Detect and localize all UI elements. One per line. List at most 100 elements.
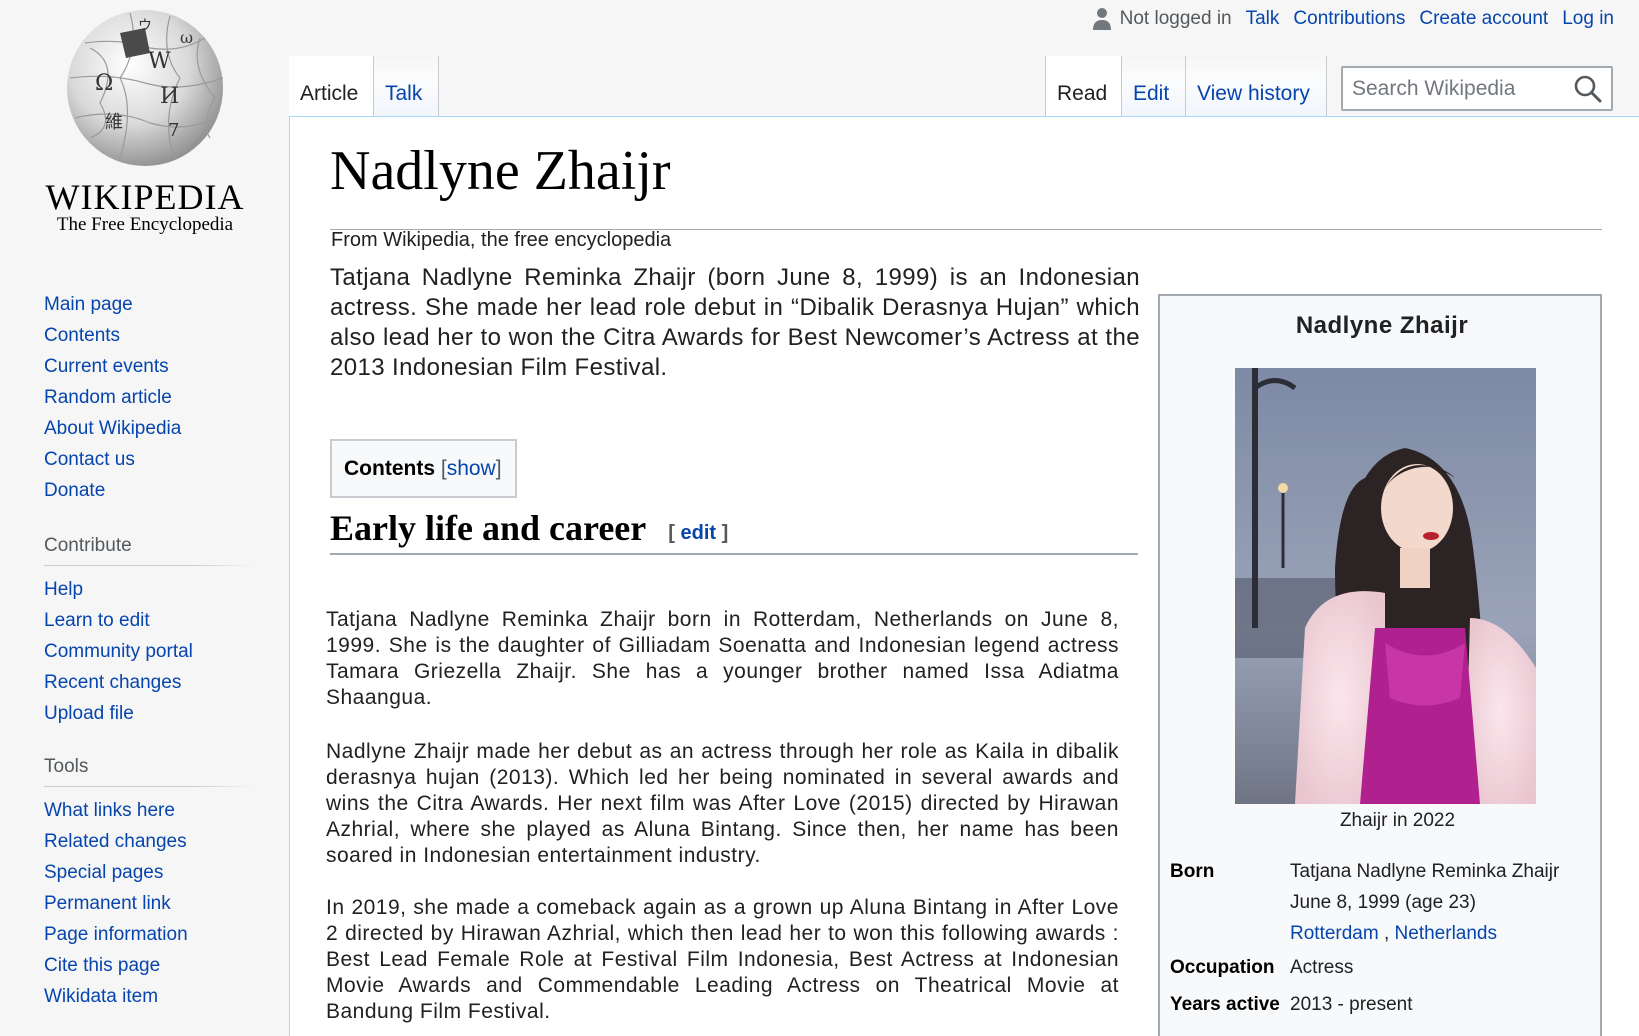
nav-link[interactable]: Random article: [44, 387, 172, 408]
wikipedia-globe-icon: Ω W И 維 ウ ω 7: [67, 10, 224, 166]
nav-donate[interactable]: Donate: [44, 475, 254, 506]
tools-portal: Tools What links here Related changes Sp…: [44, 756, 254, 1012]
section-edit-bracket-open: [: [668, 522, 675, 544]
nav-link[interactable]: Contact us: [44, 449, 135, 470]
globe-glyph-w: W: [148, 49, 171, 74]
nav-link[interactable]: Community portal: [44, 641, 193, 662]
nav-link[interactable]: Upload file: [44, 703, 134, 724]
namespace-tabs: Article Talk: [289, 56, 439, 117]
born-city-link[interactable]: Rotterdam: [1290, 923, 1379, 944]
born-country-link[interactable]: Netherlands: [1395, 923, 1497, 944]
table-of-contents: Contents [ show ]: [330, 439, 517, 498]
section-heading-early-life: Early life and career [ edit ]: [330, 508, 1138, 555]
years-active-label: Years active: [1170, 994, 1280, 1015]
search-input[interactable]: [1343, 76, 1563, 101]
nav-link[interactable]: Help: [44, 579, 83, 600]
toc-title: Contents: [344, 456, 435, 480]
tab-view-history-label: View history: [1197, 82, 1310, 105]
toc-show-toggle[interactable]: show: [447, 457, 496, 481]
log-in-link[interactable]: Log in: [1562, 8, 1614, 30]
nav-cite-this-page[interactable]: Cite this page: [44, 950, 254, 981]
nav-what-links-here[interactable]: What links here: [44, 795, 254, 826]
section-edit: [ edit ]: [668, 522, 728, 545]
body-paragraph: In 2019, she made a comeback again as a …: [326, 896, 1119, 1023]
nav-upload-file[interactable]: Upload file: [44, 698, 254, 729]
nav-main-page[interactable]: Main page: [44, 289, 254, 320]
nav-random-article[interactable]: Random article: [44, 382, 254, 413]
navigation-portal: Main page Contents Current events Random…: [44, 289, 254, 506]
search-icon[interactable]: [1573, 74, 1603, 104]
section-edit-bracket-close: ]: [721, 522, 729, 544]
globe-glyph-i: И: [160, 84, 179, 109]
nav-link[interactable]: Permanent link: [44, 893, 171, 914]
nav-link[interactable]: Related changes: [44, 831, 187, 852]
nav-link[interactable]: Donate: [44, 480, 105, 501]
main-content: Nadlyne Zhaijr From Wikipedia, the free …: [289, 116, 1639, 1036]
contributions-link[interactable]: Contributions: [1293, 8, 1405, 30]
nav-link[interactable]: Current events: [44, 356, 169, 377]
nav-link[interactable]: Cite this page: [44, 955, 160, 976]
nav-related-changes[interactable]: Related changes: [44, 826, 254, 857]
view-tabs: Read Edit View history: [1045, 56, 1327, 117]
site-subtitle: From Wikipedia, the free encyclopedia: [331, 229, 672, 251]
tab-article[interactable]: Article: [289, 56, 374, 117]
nav-link[interactable]: Special pages: [44, 862, 163, 883]
tab-view-history[interactable]: View history: [1186, 56, 1327, 117]
wikipedia-logo[interactable]: Ω W И 維 ウ ω 7 WIKIPEDIA The Free Encyclo…: [40, 8, 250, 248]
infobox-title: Nadlyne Zhaijr: [1295, 312, 1469, 339]
search-box: [1341, 66, 1613, 111]
lead-paragraph: Tatjana Nadlyne Reminka Zhaijr (born Jun…: [330, 264, 1140, 381]
contribute-heading: Contribute: [44, 535, 254, 566]
nav-link[interactable]: Main page: [44, 294, 133, 315]
user-icon: [1092, 8, 1111, 30]
personal-talk-link[interactable]: Talk: [1246, 8, 1280, 30]
tab-talk-label: Talk: [385, 82, 423, 105]
born-place-separator: ,: [1383, 923, 1390, 944]
nav-link[interactable]: Contents: [44, 325, 120, 346]
nav-community-portal[interactable]: Community portal: [44, 636, 254, 667]
nav-special-pages[interactable]: Special pages: [44, 857, 254, 888]
born-date: June 8, 1999 (age 23): [1290, 892, 1476, 913]
occupation-value: Actress: [1290, 957, 1354, 978]
nav-contact-us[interactable]: Contact us: [44, 444, 254, 475]
nav-link[interactable]: Learn to edit: [44, 610, 150, 631]
personal-tools: Not logged in Talk Contributions Create …: [1092, 4, 1614, 34]
tab-talk[interactable]: Talk: [374, 56, 439, 117]
nav-current-events[interactable]: Current events: [44, 351, 254, 382]
body-paragraph: Nadlyne Zhaijr made her debut as an actr…: [326, 740, 1119, 867]
infobox: Nadlyne Zhaijr Zhaijr in 2022 Born Tatja…: [1158, 294, 1602, 1036]
contribute-portal: Contribute Help Learn to edit Community …: [44, 535, 254, 729]
nav-link[interactable]: Wikidata item: [44, 986, 158, 1007]
nav-link[interactable]: What links here: [44, 800, 175, 821]
nav-page-information[interactable]: Page information: [44, 919, 254, 950]
nav-contents[interactable]: Contents: [44, 320, 254, 351]
tab-edit[interactable]: Edit: [1122, 56, 1186, 117]
nav-learn-to-edit[interactable]: Learn to edit: [44, 605, 254, 636]
tab-read[interactable]: Read: [1045, 56, 1122, 117]
tab-edit-label: Edit: [1133, 82, 1170, 105]
wikipedia-wordmark: WIKIPEDIA: [45, 177, 245, 217]
born-place: Rotterdam , Netherlands: [1290, 918, 1497, 949]
nav-recent-changes[interactable]: Recent changes: [44, 667, 254, 698]
nav-about-wikipedia[interactable]: About Wikipedia: [44, 413, 254, 444]
not-logged-in-label: Not logged in: [1119, 8, 1232, 29]
nav-help[interactable]: Help: [44, 574, 254, 605]
nav-link[interactable]: Page information: [44, 924, 188, 945]
born-name: Tatjana Nadlyne Reminka Zhaijr: [1290, 861, 1560, 882]
portrait-photo[interactable]: [1235, 368, 1536, 804]
occupation-label: Occupation: [1170, 957, 1275, 978]
nav-wikidata-item[interactable]: Wikidata item: [44, 981, 254, 1012]
create-account-link[interactable]: Create account: [1419, 8, 1548, 30]
nav-link[interactable]: Recent changes: [44, 672, 181, 693]
born-label: Born: [1170, 861, 1215, 882]
globe-glyph-w2: ω: [180, 28, 193, 47]
globe-glyph-omega: Ω: [95, 71, 113, 96]
toc-bracket-close: ]: [495, 456, 502, 480]
tab-read-label: Read: [1057, 82, 1108, 105]
nav-link[interactable]: About Wikipedia: [44, 418, 181, 439]
section-edit-link[interactable]: edit: [680, 522, 716, 544]
wikipedia-tagline: The Free Encyclopedia: [56, 214, 234, 235]
nav-permanent-link[interactable]: Permanent link: [44, 888, 254, 919]
globe-glyph-u: ウ: [138, 18, 152, 34]
globe-glyph-wei: 維: [105, 112, 123, 133]
